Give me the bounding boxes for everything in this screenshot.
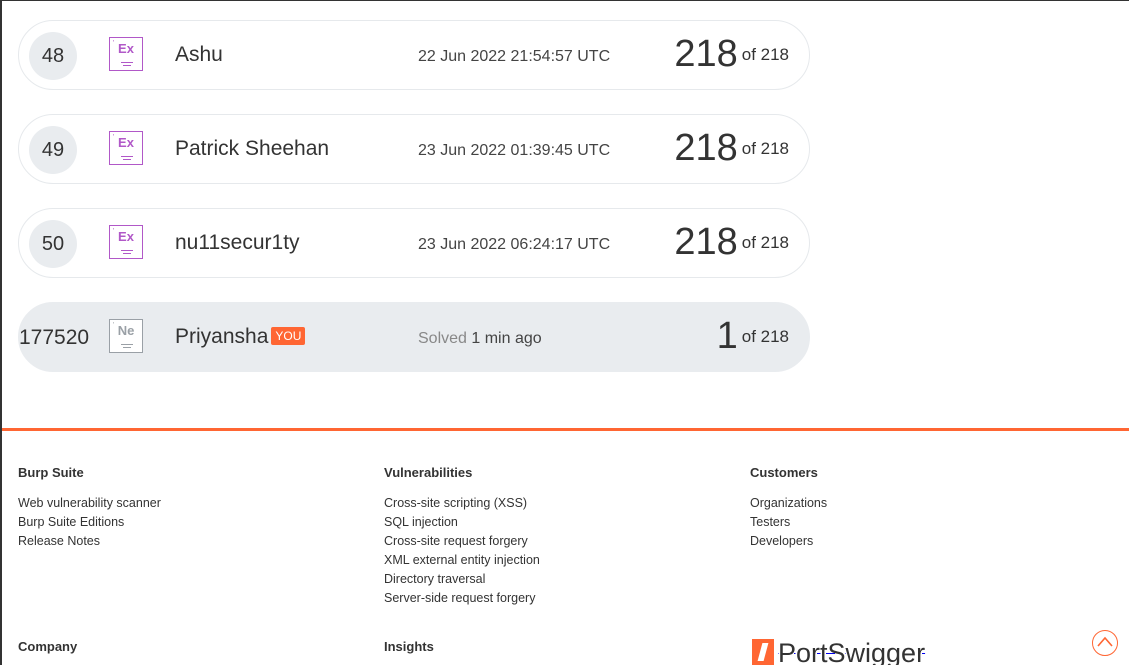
completion-time: 23 Jun 2022 01:39:45 UTC bbox=[418, 142, 611, 159]
leaderboard: 48 ' Ex Ashu 22 Jun 2022 21:54:57 UTC 218… bbox=[18, 20, 810, 396]
score-value: 218 bbox=[674, 127, 738, 169]
footer-link-release-notes[interactable]: Release Notes bbox=[18, 532, 161, 551]
footer-link-developers[interactable]: Developers bbox=[750, 532, 827, 551]
current-user-row: 177520 ' Ne Priyansha YOU Solved 1 min ago… bbox=[18, 302, 810, 372]
score-total: of 218 bbox=[741, 326, 789, 346]
solved-time: Solved 1 min ago bbox=[418, 330, 542, 348]
chevron-up-icon bbox=[1097, 636, 1113, 647]
footer-column-customers: Customers Organizations Testers Develope… bbox=[750, 465, 827, 551]
footer-link-organizations[interactable]: Organizations bbox=[750, 494, 827, 513]
score: 218 of 218 bbox=[674, 221, 789, 264]
footer-heading: Burp Suite bbox=[18, 465, 84, 480]
rank-badge: 48 bbox=[29, 32, 77, 80]
newcomer-level-icon: ' Ne bbox=[109, 319, 143, 353]
footer-divider bbox=[2, 428, 1129, 431]
logo-text: PortSwigger bbox=[778, 638, 926, 665]
user-name: Patrick Sheehan bbox=[175, 137, 330, 160]
rank-badge: 49 bbox=[29, 126, 77, 174]
score: 218 of 218 bbox=[674, 127, 789, 170]
user-name-text: Priyansha bbox=[175, 325, 269, 348]
rank-number: 177520 bbox=[19, 326, 90, 349]
score-value: 218 bbox=[674, 33, 738, 75]
leaderboard-row: 48 ' Ex Ashu 22 Jun 2022 21:54:57 UTC 218… bbox=[18, 20, 810, 90]
footer-link-web-vulnerability-scanner[interactable]: Web vulnerability scanner bbox=[18, 494, 161, 513]
expert-level-icon: ' Ex bbox=[109, 37, 143, 71]
footer-column-burp-suite: Burp Suite Web vulnerability scanner Bur… bbox=[18, 465, 161, 551]
leaderboard-row: 49 ' Ex Patrick Sheehan 23 Jun 2022 01:39… bbox=[18, 114, 810, 184]
completion-time: 23 Jun 2022 06:24:17 UTC bbox=[418, 236, 611, 253]
score-value: 1 bbox=[716, 315, 738, 357]
leaderboard-row: 50 ' Ex nu11secur1ty 23 Jun 2022 06:24:17… bbox=[18, 208, 810, 278]
footer-link-sql-injection[interactable]: SQL injection bbox=[384, 513, 540, 532]
score-total: of 218 bbox=[741, 138, 789, 158]
rank-badge: 50 bbox=[29, 220, 77, 268]
score: 218 of 218 bbox=[674, 33, 789, 76]
solved-label: Solved bbox=[418, 330, 467, 347]
footer-heading-company: Company bbox=[18, 639, 78, 654]
footer-heading: Vulnerabilities bbox=[384, 465, 473, 480]
footer-column-vulnerabilities: Vulnerabilities Cross-site scripting (XS… bbox=[384, 465, 540, 608]
portswigger-logo-icon bbox=[752, 639, 774, 665]
portswigger-logo[interactable]: PortSwigger bbox=[752, 639, 925, 665]
page: 48 ' Ex Ashu 22 Jun 2022 21:54:57 UTC 218… bbox=[0, 0, 1129, 665]
score-total: of 218 bbox=[741, 44, 789, 64]
user-name: Priyansha YOU bbox=[175, 325, 306, 349]
user-name: Ashu bbox=[175, 43, 223, 66]
expert-level-icon: ' Ex bbox=[109, 225, 143, 259]
user-name: nu11secur1ty bbox=[175, 231, 300, 254]
footer-link-ssrf[interactable]: Server-side request forgery bbox=[384, 589, 540, 608]
completion-time: 22 Jun 2022 21:54:57 UTC bbox=[418, 48, 611, 65]
footer-link-burp-suite-editions[interactable]: Burp Suite Editions bbox=[18, 513, 161, 532]
score-value: 218 bbox=[674, 221, 738, 263]
expert-level-icon: ' Ex bbox=[109, 131, 143, 165]
footer-heading-insights: Insights bbox=[384, 639, 434, 654]
footer-link-testers[interactable]: Testers bbox=[750, 513, 827, 532]
scroll-to-top-button[interactable] bbox=[1092, 630, 1118, 656]
footer-link-directory-traversal[interactable]: Directory traversal bbox=[384, 570, 540, 589]
footer-link-xxe[interactable]: XML external entity injection bbox=[384, 551, 540, 570]
score: 1 of 218 bbox=[717, 315, 789, 358]
you-badge: YOU bbox=[271, 327, 306, 345]
footer-link-xss[interactable]: Cross-site scripting (XSS) bbox=[384, 494, 540, 513]
solved-ago: 1 min ago bbox=[471, 330, 542, 347]
score-total: of 218 bbox=[741, 232, 789, 252]
footer-heading: Customers bbox=[750, 465, 818, 480]
footer-link-csrf[interactable]: Cross-site request forgery bbox=[384, 532, 540, 551]
